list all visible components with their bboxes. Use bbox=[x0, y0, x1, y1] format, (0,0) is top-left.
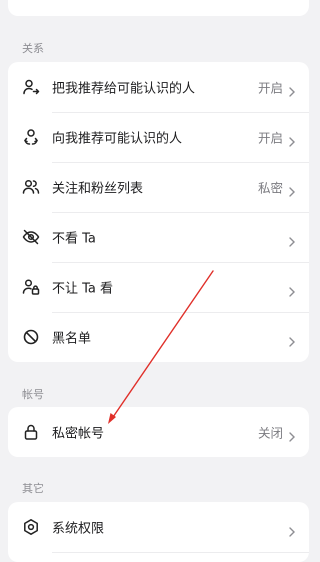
row-recommend-to-me[interactable]: 向我推荐可能认识的人 开启 bbox=[8, 112, 309, 162]
row-private-account[interactable]: 私密帐号 关闭 bbox=[8, 407, 309, 457]
chevron-right-icon bbox=[287, 522, 297, 537]
row-value: 开启 bbox=[257, 130, 283, 146]
row-label: 关注和粉丝列表 bbox=[52, 181, 144, 197]
chevron-right-icon bbox=[287, 132, 297, 147]
settings-icon bbox=[22, 518, 40, 536]
user-share-icon bbox=[22, 78, 40, 96]
row-label: 系统权限 bbox=[52, 521, 105, 537]
row-value: 关闭 bbox=[257, 425, 283, 441]
chevron-right-icon bbox=[287, 82, 297, 97]
top-card-partial bbox=[8, 0, 309, 16]
lock-icon bbox=[22, 423, 40, 441]
user-recommend-icon bbox=[22, 128, 40, 146]
row-label: 黑名单 bbox=[52, 331, 92, 347]
chevron-right-icon bbox=[287, 332, 297, 347]
chevron-right-icon bbox=[287, 427, 297, 442]
chevron-right-icon bbox=[287, 232, 297, 247]
user-lock-icon bbox=[22, 278, 40, 296]
row-label: 不让 Ta 看 bbox=[52, 281, 114, 297]
row-follow-fans-list[interactable]: 关注和粉丝列表 私密 bbox=[8, 162, 309, 212]
relations-card: 把我推荐给可能认识的人 开启 向我推荐可能认识的人 开启 关注和粉丝列表 私密 bbox=[8, 62, 309, 362]
row-label: 把我推荐给可能认识的人 bbox=[52, 81, 196, 97]
row-system-permissions[interactable]: 系统权限 bbox=[8, 502, 309, 552]
row-label: 向我推荐可能认识的人 bbox=[52, 131, 183, 147]
section-label-account: 帐号 bbox=[22, 388, 44, 401]
row-value: 开启 bbox=[257, 80, 283, 96]
chevron-right-icon bbox=[287, 282, 297, 297]
account-card: 私密帐号 关闭 bbox=[8, 407, 309, 457]
row-dont-see-ta[interactable]: 不看 Ta bbox=[8, 212, 309, 262]
section-label-other: 其它 bbox=[22, 482, 44, 495]
row-recommend-me-to-others[interactable]: 把我推荐给可能认识的人 开启 bbox=[8, 62, 309, 112]
row-dont-let-ta-see[interactable]: 不让 Ta 看 bbox=[8, 262, 309, 312]
eye-off-icon bbox=[22, 228, 40, 246]
row-label: 不看 Ta bbox=[52, 231, 96, 247]
other-card: 系统权限 bbox=[8, 502, 309, 562]
block-icon bbox=[22, 328, 40, 346]
divider bbox=[52, 552, 309, 553]
row-label: 私密帐号 bbox=[52, 426, 105, 442]
users-icon bbox=[22, 178, 40, 196]
row-blacklist[interactable]: 黑名单 bbox=[8, 312, 309, 362]
section-label-relations: 关系 bbox=[22, 42, 44, 55]
row-value: 私密 bbox=[257, 180, 283, 196]
chevron-right-icon bbox=[287, 182, 297, 197]
